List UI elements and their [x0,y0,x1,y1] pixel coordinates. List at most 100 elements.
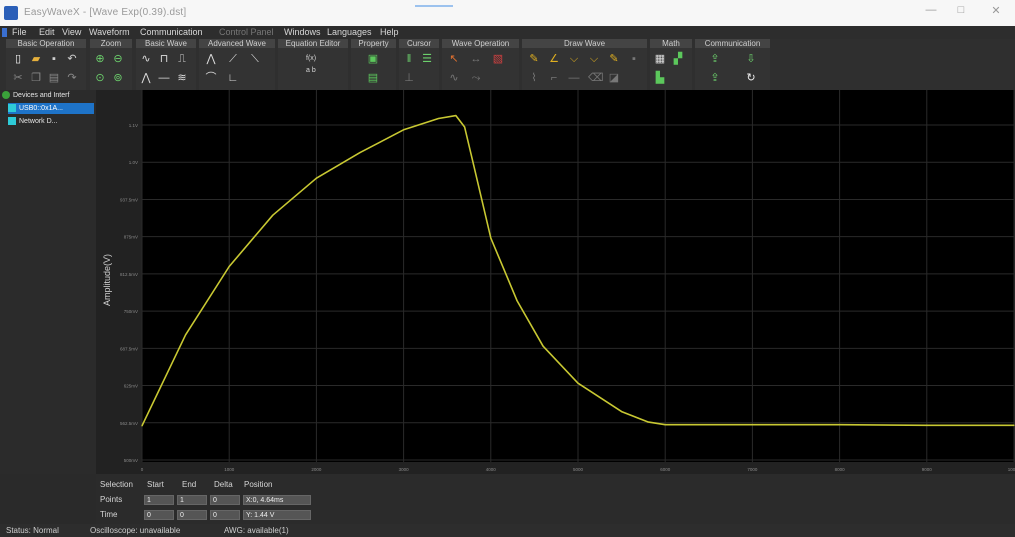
app-menu-icon[interactable] [2,28,7,37]
log-wave-icon[interactable]: ⌒ [205,72,217,84]
y-tick-label: 812.5mV [120,272,138,277]
y-tick-label: 500mV [124,458,138,463]
property-icon[interactable]: ▣ [367,53,379,65]
open-folder-icon[interactable]: ▰ [30,53,42,65]
group-label: Draw Wave [522,39,647,48]
paste-icon[interactable]: ▤ [48,72,60,84]
zoom-in-icon[interactable]: ⊕ [94,53,106,65]
tree-item-usb[interactable]: USB0::0x1A... [8,103,94,114]
minimize-button[interactable]: — [920,4,942,20]
erase-draw-icon[interactable]: ⌫ [588,72,604,84]
loading-indicator [415,5,453,7]
menu-control-panel[interactable]: Control Panel [219,27,274,37]
sine-wave-icon[interactable]: ∿ [140,53,152,65]
invert-tool-icon[interactable]: ∿ [448,72,460,84]
copy-icon[interactable]: ❐ [30,72,42,84]
vertical-cursor-icon[interactable]: ‖ [403,53,415,65]
group-label: Zoom [90,39,132,48]
y-tick-label: 1.0V [129,160,138,165]
math-fft-icon[interactable]: ▙ [654,72,666,84]
smooth-draw-icon[interactable]: ⌇ [528,72,540,84]
network-device-icon [8,117,16,126]
sinc-wave-icon[interactable]: ∟ [227,72,239,84]
zoom-reset-icon[interactable]: ⊚ [112,72,124,84]
select-tool-icon[interactable]: ↖ [448,53,460,65]
waveform-plot[interactable]: 1.1V 1.0V 937.5mV 875mV 812.5mV 750mV 687.5mV 6… [96,90,1015,474]
equation-ab-label[interactable]: a b [306,67,316,74]
download-icon[interactable]: ⇩ [745,53,757,65]
line-draw-icon[interactable]: ∠ [548,53,560,65]
pulse-wave-icon[interactable]: ⎍ [176,53,188,65]
curve-draw-icon[interactable]: ⌵ [568,53,580,65]
application-window: EasyWaveX - [Wave Exp(0.39).dst] — □ ✕ F… [0,0,1015,537]
save-icon[interactable]: ▪ [48,53,60,65]
horizontal-cursor-icon[interactable]: ☰ [421,53,433,65]
usb-device-icon [8,104,16,113]
maximize-button[interactable]: □ [950,4,972,20]
y-tick-label: 937.5mV [120,197,138,202]
data-point [141,425,143,427]
start-header: Start [147,480,164,489]
redo-icon[interactable]: ↷ [66,72,78,84]
waveform-chart[interactable]: 1.1V 1.0V 937.5mV 875mV 812.5mV 750mV 687.5mV 6… [96,90,1015,474]
spline-draw-icon[interactable]: ⌵ [588,53,600,65]
ramp-wave-icon[interactable]: ⋀ [205,53,217,65]
noise-wave-icon[interactable]: ≋ [176,72,188,84]
point-draw-icon[interactable]: ✎ [608,53,620,65]
group-label: Basic Wave [136,39,196,48]
math-add-icon[interactable]: ▞ [672,53,684,65]
crop-tool-icon[interactable]: ▧ [492,53,504,65]
data-point [163,379,165,381]
clear-draw-icon[interactable]: ▪ [628,53,640,65]
zoom-out-icon[interactable]: ⊖ [112,53,124,65]
time-position-field[interactable]: Y: 1.44 V [243,510,311,520]
time-end-field[interactable]: 0 [177,510,207,520]
equation-fx-label[interactable]: f(x) [306,55,316,62]
menu-view[interactable]: View [62,27,81,37]
points-delta-field[interactable]: 0 [210,495,240,505]
menu-communication[interactable]: Communication [140,27,203,37]
step-draw-icon[interactable]: ⌐ [548,72,560,84]
cursor-track-icon[interactable]: ⊥ [403,72,415,84]
send-icon[interactable]: ⇪ [709,72,721,84]
zoom-fit-icon[interactable]: ⊙ [94,72,106,84]
undo-icon[interactable]: ↶ [66,53,78,65]
dc-wave-icon[interactable]: — [158,72,170,84]
pen-draw-icon[interactable]: ✎ [528,53,540,65]
exp-fall-wave-icon[interactable]: ⟍ [249,53,261,65]
new-file-icon[interactable]: ▯ [12,53,24,65]
menu-file[interactable]: File [12,27,27,37]
points-start-field[interactable]: 1 [144,495,174,505]
flat-draw-icon[interactable]: — [568,72,580,84]
upload-icon[interactable]: ⇪ [709,53,721,65]
data-point [359,152,361,154]
menu-edit[interactable]: Edit [39,27,55,37]
menu-languages[interactable]: Languages [327,27,372,37]
points-position-field[interactable]: X:0, 4.64ms [243,495,311,505]
menu-help[interactable]: Help [380,27,399,37]
square-wave-icon[interactable]: ⊓ [158,53,170,65]
menu-waveform[interactable]: Waveform [89,27,130,37]
cut-icon[interactable]: ✂ [12,72,24,84]
time-delta-field[interactable]: 0 [210,510,240,520]
exp-rise-wave-icon[interactable]: ⟋ [227,53,239,65]
close-button[interactable]: ✕ [985,4,1007,20]
fill-draw-icon[interactable]: ◪ [608,72,620,84]
calculator-icon[interactable]: ▦ [654,53,666,65]
time-start-field[interactable]: 0 [144,510,174,520]
tree-root[interactable]: Devices and Interf [2,90,94,101]
refresh-icon[interactable]: ↻ [745,72,757,84]
tree-item-network[interactable]: Network D... [8,116,94,127]
stretch-tool-icon[interactable]: ↔ [470,53,482,65]
menu-bar: File Edit View Waveform Communication Co… [0,26,1015,39]
selection-panel: Selection Start End Delta Position Point… [96,474,1015,524]
menu-windows[interactable]: Windows [284,27,321,37]
data-point [708,424,710,426]
triangle-wave-icon[interactable]: ⋀ [140,72,152,84]
offset-tool-icon[interactable]: ⤳ [470,72,482,84]
property-list-icon[interactable]: ▤ [367,72,379,84]
group-property: Property ▣ ▤ [351,39,396,90]
status-text: Status: Normal [6,526,59,535]
points-end-field[interactable]: 1 [177,495,207,505]
group-draw-wave: Draw Wave ✎ ∠ ⌵ ⌵ ✎ ▪ ⌇ ⌐ — ⌫ ◪ [522,39,647,90]
